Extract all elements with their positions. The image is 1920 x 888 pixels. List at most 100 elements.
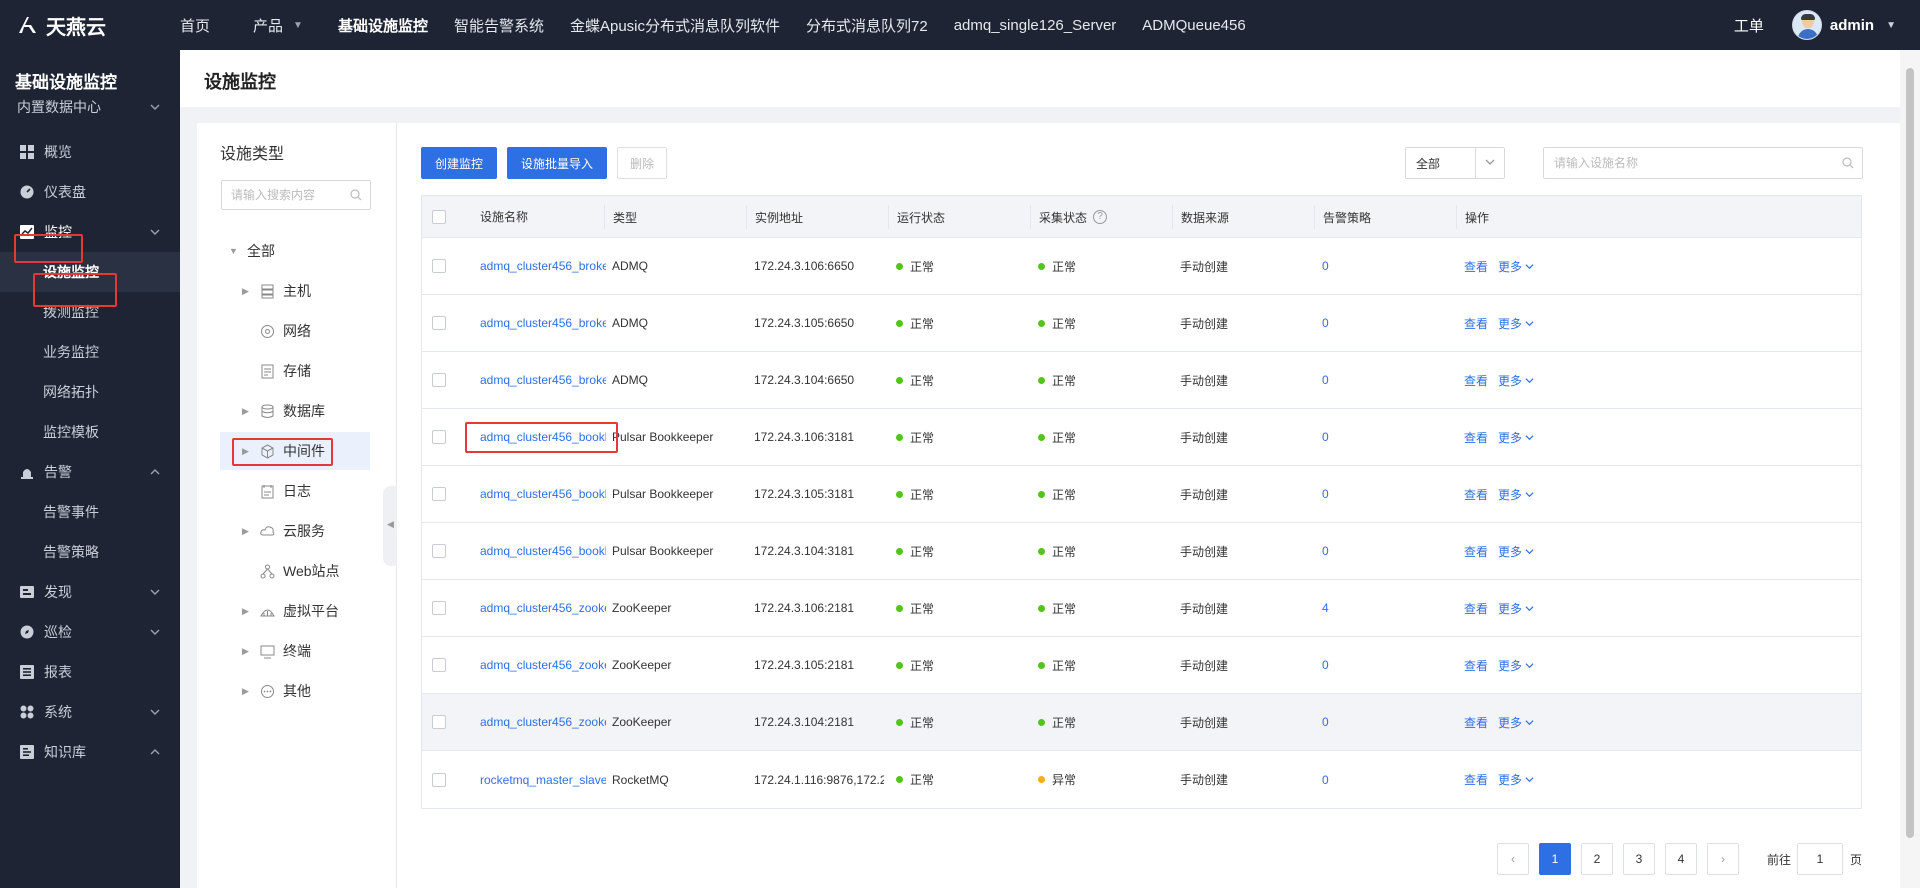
sidebar-item-system[interactable]: 系统: [0, 692, 180, 732]
more-menu[interactable]: 更多: [1498, 258, 1534, 275]
tree-node-log[interactable]: 日志: [260, 478, 311, 504]
row-checkbox[interactable]: [432, 601, 446, 615]
sidebar-item-knowledge[interactable]: 知识库: [0, 732, 180, 772]
next-page-button[interactable]: ›: [1707, 843, 1739, 875]
facility-name-link[interactable]: admq_cluster456_broker_172.: [480, 259, 606, 273]
facility-name-link[interactable]: admq_cluster456_bookkeeper: [480, 430, 606, 444]
facility-name-link[interactable]: admq_cluster456_zookeeper_: [480, 715, 606, 729]
page-button-1[interactable]: 1: [1539, 843, 1571, 875]
select-all-checkbox[interactable]: [432, 209, 446, 224]
alert-policy-count[interactable]: 0: [1322, 658, 1329, 672]
header-name[interactable]: 设施名称: [480, 196, 528, 237]
sidebar-sub-facility-monitor[interactable]: 设施监控: [0, 252, 180, 292]
alert-policy-count[interactable]: 0: [1322, 773, 1329, 787]
more-menu[interactable]: 更多: [1498, 486, 1534, 503]
ticket-link[interactable]: 工单: [1734, 15, 1764, 36]
avatar[interactable]: [1791, 10, 1822, 40]
alert-policy-count[interactable]: 0: [1322, 715, 1329, 729]
tree-search-input[interactable]: 请输入搜索内容: [221, 180, 371, 210]
facility-search-input[interactable]: 请输入设施名称: [1543, 147, 1863, 179]
header-type[interactable]: 类型: [604, 205, 637, 229]
facility-name-link[interactable]: admq_cluster456_zookeeper_: [480, 658, 606, 672]
more-menu[interactable]: 更多: [1498, 543, 1534, 560]
alert-policy-count[interactable]: 0: [1322, 430, 1329, 444]
tree-node-all[interactable]: ▼ 全部: [229, 238, 275, 264]
alert-policy-count[interactable]: 0: [1322, 544, 1329, 558]
nav-smart-alert[interactable]: 智能告警系统: [441, 0, 557, 50]
scrollbar-thumb[interactable]: [1906, 68, 1914, 838]
sidebar-sub-template[interactable]: 监控模板: [0, 412, 180, 452]
username[interactable]: admin: [1830, 17, 1874, 34]
view-link[interactable]: 查看: [1464, 543, 1488, 560]
tree-node-host[interactable]: ▶ 主机: [242, 278, 311, 304]
sidebar-item-report[interactable]: 报表: [0, 652, 180, 692]
facility-name-link[interactable]: admq_cluster456_bookkeeper: [480, 544, 606, 558]
facility-name-link[interactable]: admq_cluster456_broker_172.: [480, 373, 606, 387]
more-menu[interactable]: 更多: [1498, 771, 1534, 788]
row-checkbox[interactable]: [432, 373, 446, 387]
row-checkbox[interactable]: [432, 487, 446, 501]
row-checkbox[interactable]: [432, 316, 446, 330]
page-button-2[interactable]: 2: [1581, 843, 1613, 875]
facility-name-link[interactable]: admq_cluster456_bookkeeper: [480, 487, 606, 501]
row-checkbox[interactable]: [432, 544, 446, 558]
chevron-down-icon[interactable]: ▼: [1886, 20, 1896, 31]
header-addr[interactable]: 实例地址: [746, 205, 803, 229]
view-link[interactable]: 查看: [1464, 372, 1488, 389]
alert-policy-count[interactable]: 4: [1322, 601, 1329, 615]
sidebar-sub-business-monitor[interactable]: 业务监控: [0, 332, 180, 372]
view-link[interactable]: 查看: [1464, 315, 1488, 332]
alert-policy-count[interactable]: 0: [1322, 316, 1329, 330]
row-checkbox[interactable]: [432, 772, 446, 787]
alert-policy-count[interactable]: 0: [1322, 487, 1329, 501]
nav-apusic-mq[interactable]: 金蝶Apusic分布式消息队列软件: [557, 0, 793, 50]
nav-products[interactable]: 产品 ▼: [223, 0, 316, 50]
page-button-3[interactable]: 3: [1623, 843, 1655, 875]
more-menu[interactable]: 更多: [1498, 714, 1534, 731]
tree-node-middleware[interactable]: ▶ 中间件: [220, 432, 370, 470]
panel-collapse-toggle[interactable]: ◀: [383, 486, 397, 566]
facility-name-link[interactable]: admq_cluster456_broker_172.: [480, 316, 606, 330]
tree-node-cloud[interactable]: ▶ 云服务: [242, 518, 325, 544]
facility-name-link[interactable]: rocketmq_master_slave1_172: [480, 773, 606, 787]
sidebar-sub-alert-events[interactable]: 告警事件: [0, 492, 180, 532]
tree-node-network[interactable]: 网络: [260, 318, 311, 344]
help-icon[interactable]: ?: [1093, 210, 1108, 224]
create-monitor-button[interactable]: 创建监控: [421, 147, 497, 179]
sidebar-item-inspect[interactable]: 巡检: [0, 612, 180, 652]
header-policy[interactable]: 告警策略: [1314, 205, 1371, 229]
tree-node-database[interactable]: ▶ 数据库: [242, 398, 325, 424]
alert-policy-count[interactable]: 0: [1322, 373, 1329, 387]
more-menu[interactable]: 更多: [1498, 429, 1534, 446]
type-filter-select[interactable]: 全部: [1405, 147, 1505, 179]
facility-name-link[interactable]: admq_cluster456_zookeeper_: [480, 601, 606, 615]
header-run[interactable]: 运行状态: [888, 205, 945, 229]
prev-page-button[interactable]: ‹: [1497, 843, 1529, 875]
view-link[interactable]: 查看: [1464, 486, 1488, 503]
nav-dmq72[interactable]: 分布式消息队列72: [793, 0, 941, 50]
tree-node-storage[interactable]: 存储: [260, 358, 311, 384]
page-scrollbar[interactable]: [1900, 50, 1920, 888]
row-checkbox[interactable]: [432, 715, 446, 729]
logo[interactable]: 天燕云: [0, 0, 180, 50]
nav-admqueue[interactable]: ADMQueue456: [1129, 0, 1258, 50]
goto-page-input[interactable]: 1: [1797, 843, 1843, 875]
tree-node-terminal[interactable]: ▶ 终端: [242, 638, 311, 664]
nav-admq-single[interactable]: admq_single126_Server: [941, 0, 1130, 50]
sidebar-item-overview[interactable]: 概览: [0, 132, 180, 172]
more-menu[interactable]: 更多: [1498, 657, 1534, 674]
row-checkbox[interactable]: [432, 430, 446, 444]
more-menu[interactable]: 更多: [1498, 600, 1534, 617]
batch-import-button[interactable]: 设施批量导入: [507, 147, 607, 179]
view-link[interactable]: 查看: [1464, 714, 1488, 731]
view-link[interactable]: 查看: [1464, 258, 1488, 275]
sidebar-sub-topology[interactable]: 网络拓扑: [0, 372, 180, 412]
tree-node-website[interactable]: Web站点: [260, 558, 340, 584]
sidebar-sub-alert-policy[interactable]: 告警策略: [0, 532, 180, 572]
tree-node-other[interactable]: ▶ 其他: [242, 678, 311, 704]
sidebar-item-alert[interactable]: 告警: [0, 452, 180, 492]
view-link[interactable]: 查看: [1464, 600, 1488, 617]
sidebar-sub-probe-monitor[interactable]: 拨测监控: [0, 292, 180, 332]
header-collect[interactable]: 采集状态?: [1030, 205, 1108, 229]
more-menu[interactable]: 更多: [1498, 372, 1534, 389]
